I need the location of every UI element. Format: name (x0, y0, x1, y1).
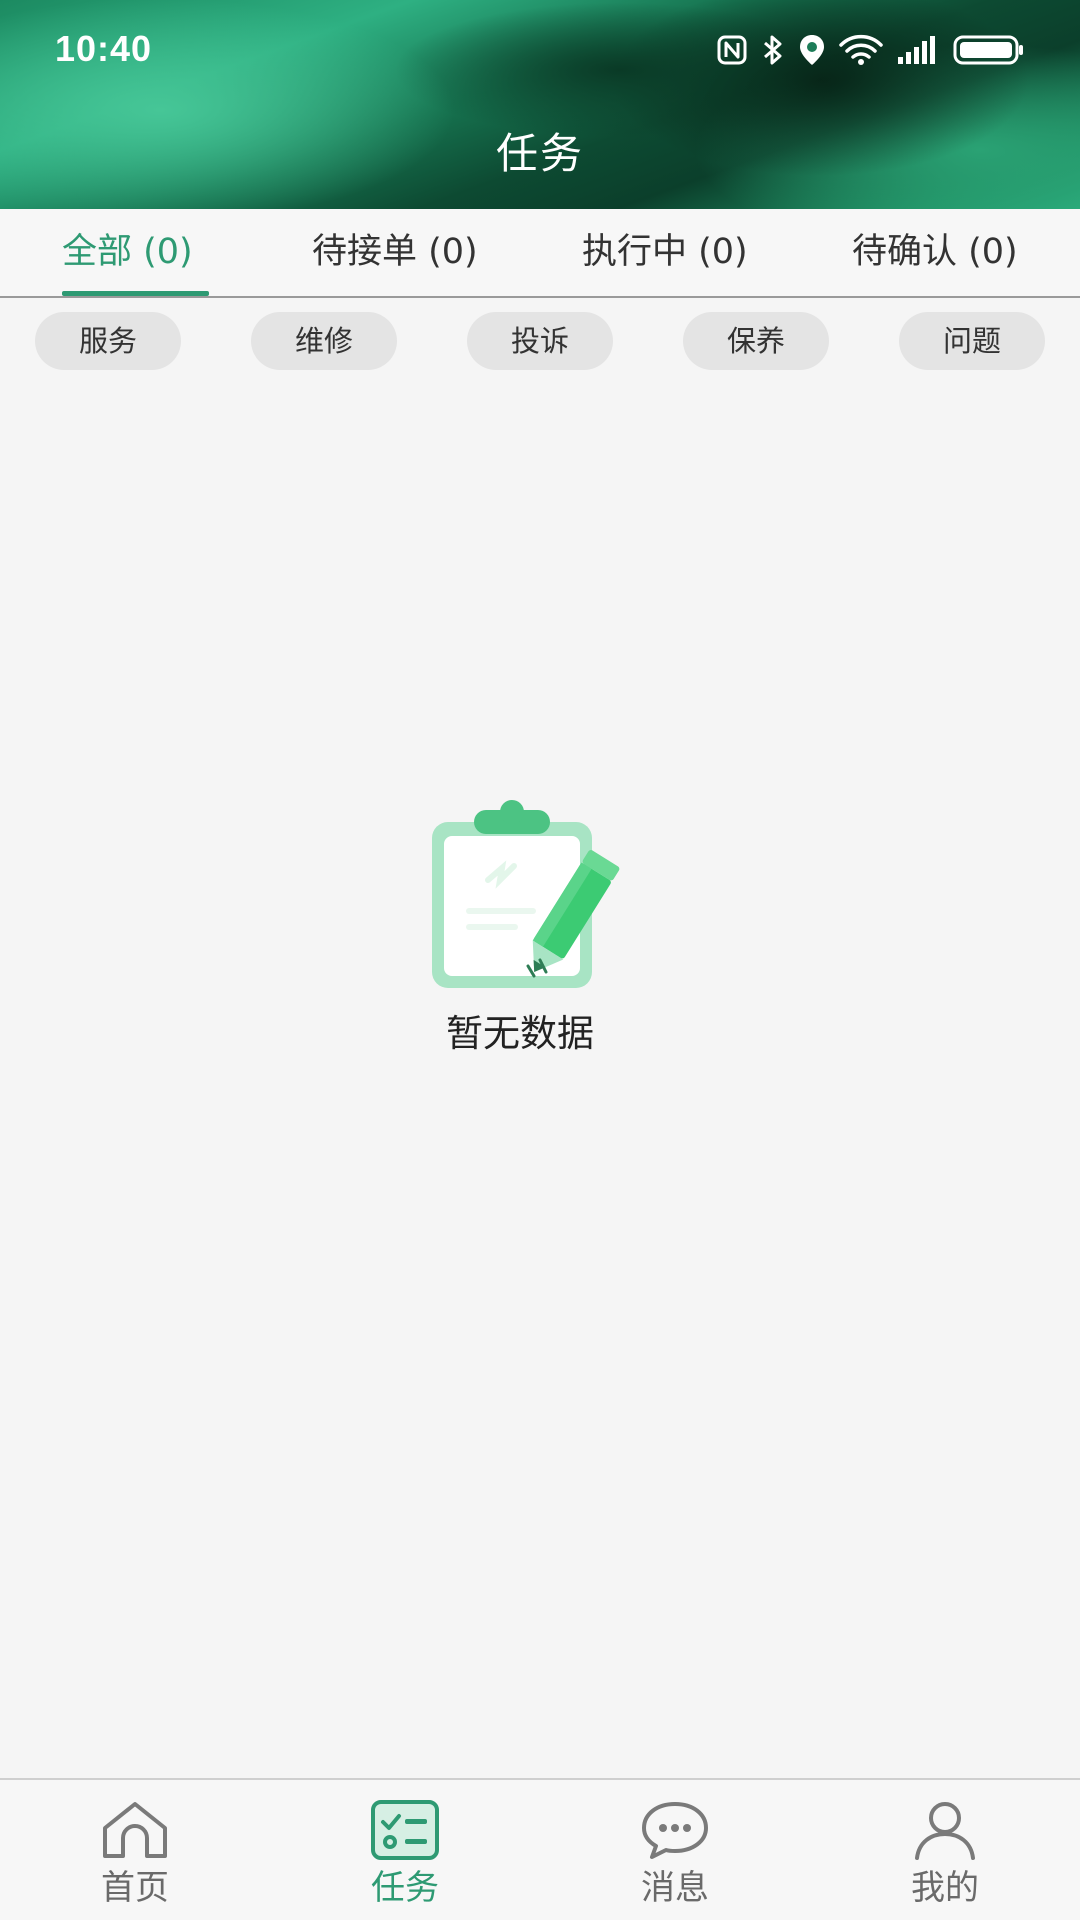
status-time: 10:40 (55, 28, 153, 69)
tab-all[interactable]: 全部 (0) (62, 209, 193, 298)
category-filters: 服务 维修 投诉 保养 问题 (0, 312, 1080, 370)
clipboard-pencil-icon (430, 800, 670, 1000)
nav-item-tasks[interactable]: 任务 (305, 1780, 505, 1920)
tab-pending-confirm[interactable]: 待确认 (0) (852, 209, 1018, 298)
status-tabs: 全部 (0) 待接单 (0) 执行中 (0) 待确认 (0) (0, 209, 1080, 298)
nav-label-home: 首页 (101, 1868, 169, 1908)
nav-item-home[interactable]: 首页 (35, 1780, 235, 1920)
nav-label-messages: 消息 (641, 1868, 709, 1908)
chat-bubble-icon (639, 1800, 711, 1860)
filter-chip-issue[interactable]: 问题 (899, 312, 1045, 370)
battery-icon (953, 35, 1025, 65)
filter-chip-maintenance[interactable]: 保养 (683, 312, 829, 370)
filter-chip-complaint[interactable]: 投诉 (467, 312, 613, 370)
signal-icon (897, 35, 939, 65)
nav-item-profile[interactable]: 我的 (845, 1780, 1045, 1920)
filter-chip-service[interactable]: 服务 (35, 312, 181, 370)
status-icons (717, 34, 1025, 66)
status-bar: 10:40 (0, 0, 1080, 100)
user-icon (909, 1800, 981, 1860)
nav-label-profile: 我的 (911, 1868, 979, 1908)
tab-indicator (62, 291, 209, 296)
bluetooth-icon (761, 34, 785, 66)
tab-in-progress[interactable]: 执行中 (0) (582, 209, 748, 298)
bottom-nav: 首页 任务 消息 我的 (0, 1778, 1080, 1920)
wifi-icon (839, 34, 883, 66)
header: 10:40 任务 (0, 0, 1080, 209)
task-screen: 10:40 任务 全部 (0) 待接单 (0) 执行中 (0) 待确认 (0) … (0, 0, 1080, 1920)
nav-item-messages[interactable]: 消息 (575, 1780, 775, 1920)
empty-state-text: 暂无数据 (446, 1012, 594, 1055)
nav-label-tasks: 任务 (371, 1868, 439, 1908)
tab-pending-accept[interactable]: 待接单 (0) (312, 209, 478, 298)
location-icon (799, 34, 825, 66)
page-title: 任务 (495, 129, 584, 178)
filter-chip-repair[interactable]: 维修 (251, 312, 397, 370)
nfc-icon (717, 35, 747, 65)
home-icon (99, 1800, 171, 1860)
task-list-icon (369, 1800, 441, 1860)
